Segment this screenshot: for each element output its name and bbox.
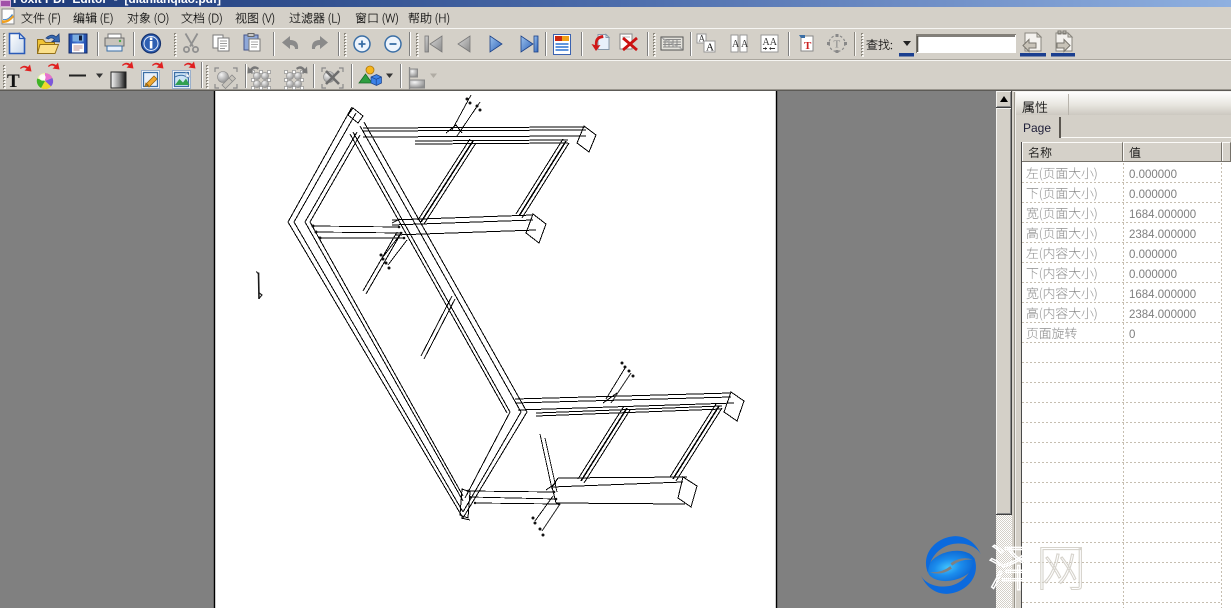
svg-text:0.000000: 0.000000 xyxy=(1129,269,1177,281)
svg-text:2384.000000: 2384.000000 xyxy=(1129,229,1196,241)
svg-text:0.000000: 0.000000 xyxy=(1129,249,1177,261)
svg-text:Page: Page xyxy=(1023,121,1051,135)
svg-text:0: 0 xyxy=(1129,329,1135,341)
svg-text:T: T xyxy=(7,71,20,91)
svg-text:2384.000000: 2384.000000 xyxy=(1129,309,1196,321)
svg-text:0.000000: 0.000000 xyxy=(1129,189,1177,201)
svg-text:0.000000: 0.000000 xyxy=(1129,169,1177,181)
svg-text:1684.000000: 1684.000000 xyxy=(1129,209,1196,221)
svg-text:1684.000000: 1684.000000 xyxy=(1129,289,1196,301)
